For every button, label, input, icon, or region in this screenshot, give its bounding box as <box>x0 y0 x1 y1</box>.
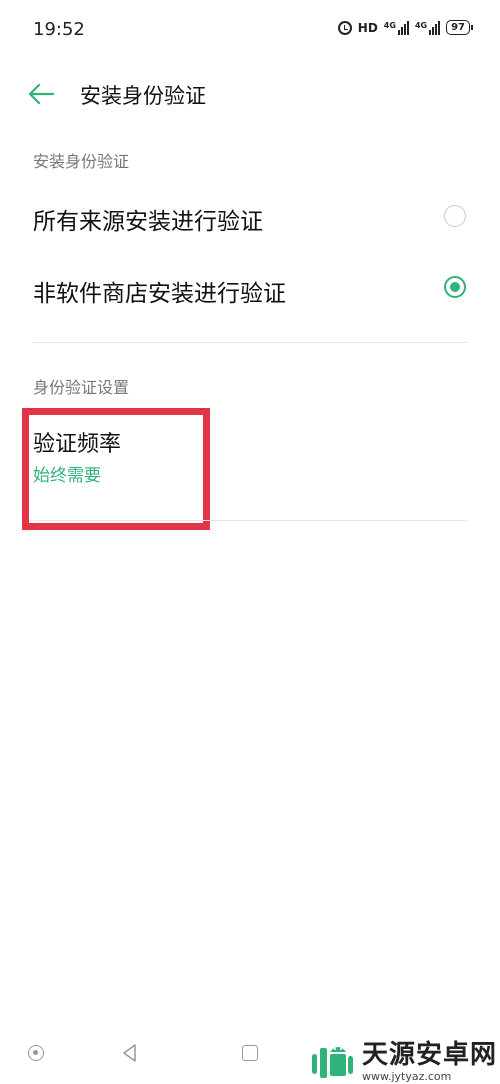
highlight-annotation-box <box>22 408 210 530</box>
watermark: 天源安卓网 www.jytyaz.com <box>308 1040 497 1084</box>
recent-apps-icon[interactable] <box>242 1045 258 1061</box>
watermark-name: 天源安卓网 <box>362 1040 498 1070</box>
home-icon[interactable] <box>28 1045 44 1061</box>
section-header-verify-settings: 身份验证设置 <box>33 378 130 397</box>
hd-label: HD <box>357 20 378 35</box>
divider <box>33 342 467 343</box>
status-bar: 19:52 HD 4G 4G 97 <box>0 0 500 62</box>
signal-icon-2: 4G <box>414 20 441 35</box>
radio-non-store[interactable] <box>444 276 466 298</box>
section-header-install-verify: 安装身份验证 <box>33 152 130 171</box>
alarm-icon <box>337 20 352 35</box>
nav-back-icon[interactable] <box>120 1043 140 1063</box>
option-row-non-store[interactable]: 非软件商店安装进行验证 <box>0 252 500 322</box>
back-arrow-icon[interactable] <box>28 82 56 106</box>
network-type-1: 4G <box>383 20 396 30</box>
option-label-all-sources: 所有来源安装进行验证 <box>33 209 263 235</box>
option-label-non-store: 非软件商店安装进行验证 <box>33 281 286 307</box>
radio-all-sources[interactable] <box>444 205 466 227</box>
battery-icon: 97 <box>446 20 473 35</box>
android-logo-icon <box>312 1047 353 1078</box>
status-time: 19:52 <box>33 19 85 40</box>
status-icons: HD 4G 4G 97 <box>337 20 473 35</box>
page-title: 安装身份验证 <box>80 84 206 108</box>
signal-icon: 4G <box>383 20 409 35</box>
network-type-2: 4G <box>414 20 428 30</box>
option-row-all-sources[interactable]: 所有来源安装进行验证 <box>0 180 500 250</box>
divider-2 <box>33 520 467 521</box>
watermark-url: www.jytyaz.com <box>362 1070 452 1083</box>
